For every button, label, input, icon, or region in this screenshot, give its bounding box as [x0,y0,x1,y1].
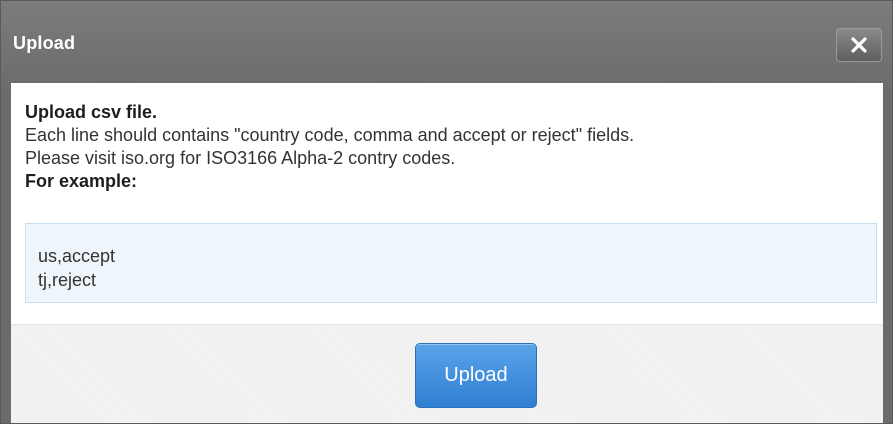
example-line: tj,reject [38,270,97,290]
dialog-content: Upload csv file. Each line should contai… [11,83,883,324]
instructions: Upload csv file. Each line should contai… [25,101,873,193]
example-line: us,accept [38,246,116,266]
example-label: For example: [25,171,138,191]
dialog-title: Upload [13,33,76,53]
instructions-line-1: Each line should contains "country code,… [25,125,635,145]
dialog-footer: Upload [11,324,883,423]
close-button[interactable] [836,28,882,62]
dialog-titlebar: Upload [1,1,892,91]
instructions-heading: Upload csv file. [25,102,158,122]
instructions-line-2: Please visit iso.org for ISO3166 Alpha-2… [25,148,456,168]
example-box: us,accept tj,reject [25,223,877,303]
close-icon [851,37,867,53]
upload-button[interactable]: Upload [415,343,537,408]
upload-dialog: Upload Upload csv file. Each line should… [0,0,893,424]
